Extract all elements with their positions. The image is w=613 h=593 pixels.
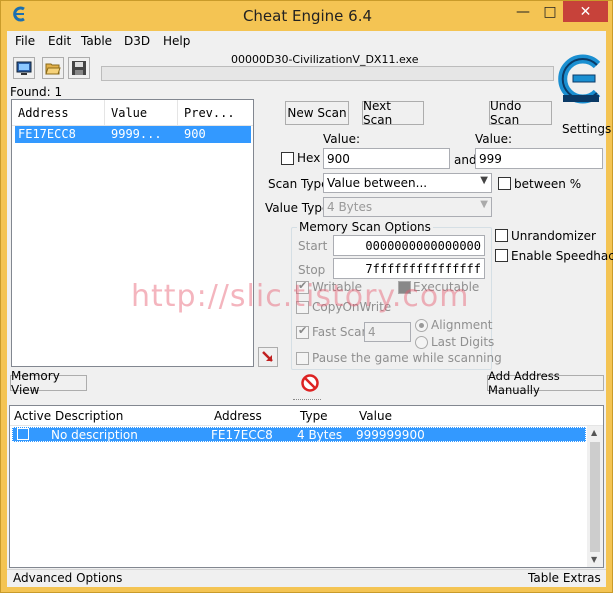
- entry-description: No description: [51, 428, 138, 442]
- splitter-handle[interactable]: [293, 399, 321, 402]
- value-type-select[interactable]: 4 Bytes ▼: [323, 197, 492, 217]
- speedhack-checkbox[interactable]: [495, 249, 508, 262]
- between-percent-checkbox[interactable]: [498, 177, 511, 190]
- scroll-up-icon[interactable]: ▲: [591, 428, 597, 437]
- address-table[interactable]: Active Description Address Type Value No…: [9, 405, 604, 568]
- column-divider: [104, 100, 105, 125]
- maximize-button[interactable]: □: [537, 1, 563, 22]
- pause-game-checkbox[interactable]: [296, 352, 309, 365]
- vertical-scrollbar[interactable]: ▲ ▼: [587, 426, 603, 567]
- fast-scan-checkbox[interactable]: [296, 324, 309, 339]
- scan-progress-bar: [101, 66, 554, 81]
- menu-edit[interactable]: Edit: [48, 34, 71, 48]
- value-type-label: Value Type: [265, 201, 330, 215]
- save-table-button[interactable]: [68, 57, 90, 79]
- header-value[interactable]: Value: [359, 409, 392, 423]
- undo-scan-button[interactable]: Undo Scan: [489, 99, 552, 127]
- process-name: 00000D30-CivilizationV_DX11.exe: [231, 53, 419, 66]
- fast-scan-input[interactable]: 4: [364, 322, 411, 342]
- add-to-list-button[interactable]: [258, 347, 278, 367]
- menu-help[interactable]: Help: [163, 34, 190, 48]
- floppy-disk-icon: [72, 61, 86, 75]
- memory-view-button[interactable]: Memory View: [10, 369, 87, 397]
- alignment-radio[interactable]: [415, 319, 428, 332]
- next-scan-button[interactable]: Next Scan: [362, 99, 424, 127]
- header-active[interactable]: Active: [14, 409, 51, 423]
- open-table-button[interactable]: [42, 57, 64, 79]
- unrandomizer-checkbox[interactable]: [495, 229, 508, 242]
- table-row[interactable]: FE17ECC8 9999... 900: [15, 126, 251, 143]
- header-address[interactable]: Address: [214, 409, 262, 423]
- header-type[interactable]: Type: [300, 409, 328, 423]
- entry-value: 999999900: [356, 428, 425, 442]
- value-input-1[interactable]: 900: [323, 148, 450, 169]
- computer-icon: [16, 61, 32, 75]
- main-window: Cheat Engine 6.4 — □ ✕ File Edit Table D…: [0, 0, 613, 593]
- value-label-1: Value:: [323, 132, 360, 146]
- result-value: 9999...: [111, 127, 162, 141]
- value-label-2: Value:: [475, 132, 512, 146]
- results-list[interactable]: Address Value Prev... FE17ECC8 9999... 9…: [11, 99, 254, 367]
- speedhack-label: Enable Speedhack: [511, 249, 613, 263]
- entry-type: 4 Bytes: [297, 428, 343, 442]
- result-previous: 900: [184, 127, 206, 141]
- menu-d3d[interactable]: D3D: [124, 34, 150, 48]
- fast-scan-label: Fast Scan: [312, 325, 370, 339]
- menu-file[interactable]: File: [15, 34, 35, 48]
- close-button[interactable]: ✕: [563, 1, 608, 22]
- address-table-header: Active Description Address Type Value: [10, 406, 603, 426]
- chevron-down-icon: ▼: [480, 175, 488, 186]
- results-header: Address Value Prev...: [12, 100, 253, 126]
- memory-scan-options-title: Memory Scan Options: [297, 220, 433, 234]
- start-address-input[interactable]: 0000000000000000: [333, 235, 485, 256]
- add-address-manually-button[interactable]: Add Address Manually: [487, 369, 604, 397]
- last-digits-label: Last Digits: [431, 335, 495, 349]
- pause-game-label: Pause the game while scanning: [312, 351, 502, 365]
- results-header-address[interactable]: Address: [18, 106, 69, 120]
- scroll-down-icon[interactable]: ▼: [591, 555, 597, 564]
- start-label: Start: [298, 239, 328, 253]
- prohibited-icon: [301, 374, 319, 392]
- stop-scan-button[interactable]: [300, 373, 320, 393]
- unrandomizer-label: Unrandomizer: [511, 229, 596, 243]
- new-scan-button[interactable]: New Scan: [285, 101, 349, 125]
- header-description[interactable]: Description: [55, 409, 123, 423]
- stop-label: Stop: [298, 263, 326, 277]
- scan-type-label: Scan Type: [268, 177, 329, 191]
- value-input-2[interactable]: 999: [475, 148, 603, 169]
- last-digits-radio[interactable]: [415, 336, 428, 349]
- value-type-value: 4 Bytes: [327, 200, 373, 214]
- results-header-value[interactable]: Value: [111, 106, 147, 120]
- results-header-previous[interactable]: Prev...: [184, 106, 235, 120]
- active-checkbox[interactable]: [17, 428, 29, 440]
- scan-type-value: Value between...: [327, 176, 428, 190]
- minimize-button[interactable]: —: [510, 1, 536, 22]
- hex-checkbox[interactable]: [281, 152, 294, 165]
- hex-label: Hex: [297, 151, 321, 165]
- found-count: Found: 1: [10, 85, 63, 99]
- advanced-options-link[interactable]: Advanced Options: [13, 571, 122, 585]
- between-percent-label: between %: [514, 177, 582, 191]
- and-label: and: [454, 153, 477, 167]
- arrow-down-right-icon: [262, 351, 273, 362]
- menu-table[interactable]: Table: [81, 34, 112, 48]
- watermark-text: http://slic.tistory.com: [131, 279, 470, 314]
- cheat-engine-logo[interactable]: [557, 53, 605, 105]
- entry-address: FE17ECC8: [211, 428, 273, 442]
- scroll-thumb[interactable]: [590, 442, 600, 552]
- column-divider: [177, 100, 178, 125]
- chevron-down-icon: ▼: [480, 199, 488, 210]
- stop-address-input[interactable]: 7fffffffffffffff: [333, 258, 485, 279]
- scan-type-select[interactable]: Value between... ▼: [323, 173, 492, 193]
- open-process-button[interactable]: [13, 57, 35, 79]
- settings-link[interactable]: Settings: [562, 122, 611, 136]
- result-address: FE17ECC8: [18, 127, 76, 141]
- table-extras-link[interactable]: Table Extras: [528, 571, 601, 585]
- alignment-label: Alignment: [431, 318, 493, 332]
- folder-open-icon: [45, 63, 61, 75]
- table-row[interactable]: No description FE17ECC8 4 Bytes 99999990…: [12, 427, 586, 442]
